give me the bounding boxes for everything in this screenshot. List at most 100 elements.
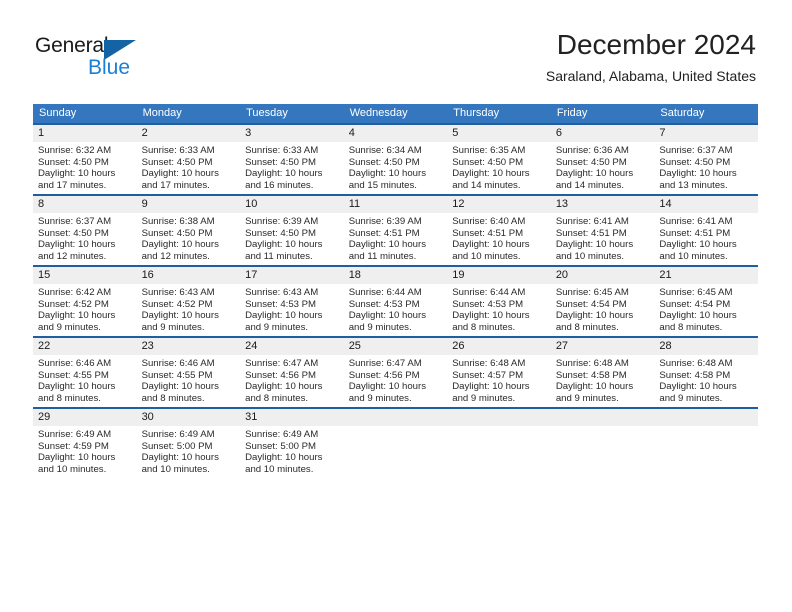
daylight-text-line1: Daylight: 10 hours <box>141 168 219 180</box>
sunrise-text: Sunrise: 6:47 AM <box>245 358 319 369</box>
sunset-text: Sunset: 4:58 PM <box>555 369 627 381</box>
day-cell[interactable]: 21 Sunrise: 6:45 AM Sunset: 4:54 PM Dayl… <box>654 265 758 337</box>
day-cell[interactable]: 12 Sunrise: 6:40 AM Sunset: 4:51 PM Dayl… <box>447 194 551 266</box>
day-cell[interactable]: 6 Sunrise: 6:36 AM Sunset: 4:50 PM Dayli… <box>550 123 655 195</box>
day-number: 11 <box>343 196 448 213</box>
day-cell[interactable]: 14 Sunrise: 6:41 AM Sunset: 4:51 PM Dayl… <box>654 194 758 266</box>
day-cell[interactable]: 27 Sunrise: 6:48 AM Sunset: 4:58 PM Dayl… <box>550 336 655 408</box>
day-cell[interactable]: 29 Sunrise: 6:49 AM Sunset: 4:59 PM Dayl… <box>33 407 137 479</box>
sunset-text: Sunset: 4:59 PM <box>38 440 109 452</box>
day-cell[interactable]: 1 Sunrise: 6:32 AM Sunset: 4:50 PM Dayli… <box>33 123 137 195</box>
day-info: Sunrise: 6:49 AM Sunset: 5:00 PM Dayligh… <box>240 426 344 475</box>
day-info: Sunrise: 6:41 AM Sunset: 4:51 PM Dayligh… <box>654 213 758 262</box>
day-cell[interactable]: 31 Sunrise: 6:49 AM Sunset: 5:00 PM Dayl… <box>240 407 344 479</box>
daylight-text-line2: and 8 minutes. <box>38 392 101 404</box>
day-number: 15 <box>33 267 137 284</box>
daylight-text-line1: Daylight: 10 hours <box>38 168 116 180</box>
day-cell[interactable]: 25 Sunrise: 6:47 AM Sunset: 4:56 PM Dayl… <box>343 336 448 408</box>
day-cell[interactable]: 8 Sunrise: 6:37 AM Sunset: 4:50 PM Dayli… <box>33 194 137 266</box>
daylight-text-line1: Daylight: 10 hours <box>452 310 530 322</box>
day-number: 6 <box>550 125 655 142</box>
page-subtitle: Saraland, Alabama, United States <box>545 68 756 84</box>
day-info: Sunrise: 6:34 AM Sunset: 4:50 PM Dayligh… <box>344 142 448 191</box>
day-cell[interactable]: 22 Sunrise: 6:46 AM Sunset: 4:55 PM Dayl… <box>33 336 137 408</box>
weekday-header-sunday: Sunday <box>33 104 137 124</box>
day-number: 17 <box>240 267 344 284</box>
sunrise-text: Sunrise: 6:43 AM <box>141 287 215 298</box>
day-cell-empty <box>447 407 551 479</box>
day-cell[interactable]: 26 Sunrise: 6:48 AM Sunset: 4:57 PM Dayl… <box>447 336 551 408</box>
sunset-text: Sunset: 4:50 PM <box>348 156 420 168</box>
day-cell[interactable]: 9 Sunrise: 6:38 AM Sunset: 4:50 PM Dayli… <box>136 194 241 266</box>
logo-text-general: General <box>35 34 109 57</box>
sunrise-text: Sunrise: 6:44 AM <box>348 287 422 298</box>
sunrise-text: Sunrise: 6:43 AM <box>245 287 319 298</box>
day-cell[interactable]: 7 Sunrise: 6:37 AM Sunset: 4:50 PM Dayli… <box>654 123 758 195</box>
sunset-text: Sunset: 4:50 PM <box>245 227 317 239</box>
daylight-text-line2: and 14 minutes. <box>555 179 625 191</box>
day-info: Sunrise: 6:37 AM Sunset: 4:50 PM Dayligh… <box>654 142 758 191</box>
day-cell[interactable]: 4 Sunrise: 6:34 AM Sunset: 4:50 PM Dayli… <box>343 123 448 195</box>
daylight-text-line2: and 8 minutes. <box>659 321 723 333</box>
general-blue-logo[interactable]: General Blue <box>35 34 155 84</box>
day-info <box>551 426 655 429</box>
daylight-text-line1: Daylight: 10 hours <box>38 381 116 393</box>
day-cell[interactable]: 24 Sunrise: 6:47 AM Sunset: 4:56 PM Dayl… <box>240 336 344 408</box>
day-cell-empty <box>343 407 448 479</box>
sunrise-text: Sunrise: 6:44 AM <box>452 287 526 298</box>
day-cell[interactable]: 2 Sunrise: 6:33 AM Sunset: 4:50 PM Dayli… <box>136 123 241 195</box>
sunset-text: Sunset: 4:57 PM <box>452 369 524 381</box>
day-number: 3 <box>240 125 344 142</box>
sunrise-text: Sunrise: 6:41 AM <box>555 216 629 227</box>
sunrise-text: Sunrise: 6:46 AM <box>141 358 215 369</box>
day-cell[interactable]: 17 Sunrise: 6:43 AM Sunset: 4:53 PM Dayl… <box>240 265 344 337</box>
day-number: 12 <box>447 196 551 213</box>
day-cell[interactable]: 5 Sunrise: 6:35 AM Sunset: 4:50 PM Dayli… <box>447 123 551 195</box>
sunrise-text: Sunrise: 6:39 AM <box>348 216 422 227</box>
day-cell[interactable]: 18 Sunrise: 6:44 AM Sunset: 4:53 PM Dayl… <box>343 265 448 337</box>
day-info <box>654 426 758 429</box>
day-number: 2 <box>136 125 241 142</box>
day-cell[interactable]: 20 Sunrise: 6:45 AM Sunset: 4:54 PM Dayl… <box>550 265 655 337</box>
daylight-text-line1: Daylight: 10 hours <box>452 381 530 393</box>
daylight-text-line1: Daylight: 10 hours <box>555 310 634 322</box>
day-info: Sunrise: 6:44 AM Sunset: 4:53 PM Dayligh… <box>344 284 448 333</box>
sunset-text: Sunset: 4:55 PM <box>141 369 213 381</box>
daylight-text-line2: and 8 minutes. <box>452 321 516 333</box>
day-cell[interactable]: 30 Sunrise: 6:49 AM Sunset: 5:00 PM Dayl… <box>136 407 241 479</box>
day-cell[interactable]: 23 Sunrise: 6:46 AM Sunset: 4:55 PM Dayl… <box>136 336 241 408</box>
day-cell[interactable]: 3 Sunrise: 6:33 AM Sunset: 4:50 PM Dayli… <box>240 123 344 195</box>
day-number: 1 <box>33 125 137 142</box>
daylight-text-line2: and 10 minutes. <box>38 463 107 475</box>
daylight-text-line1: Daylight: 10 hours <box>555 239 634 251</box>
day-cell[interactable]: 16 Sunrise: 6:43 AM Sunset: 4:52 PM Dayl… <box>136 265 241 337</box>
sunrise-text: Sunrise: 6:48 AM <box>452 358 526 369</box>
sunrise-text: Sunrise: 6:47 AM <box>348 358 422 369</box>
daylight-text-line2: and 10 minutes. <box>659 250 728 262</box>
sunset-text: Sunset: 4:51 PM <box>555 227 627 239</box>
daylight-text-line1: Daylight: 10 hours <box>659 168 737 180</box>
day-cell[interactable]: 10 Sunrise: 6:39 AM Sunset: 4:50 PM Dayl… <box>240 194 344 266</box>
sunset-text: Sunset: 4:50 PM <box>659 156 731 168</box>
day-info: Sunrise: 6:46 AM Sunset: 4:55 PM Dayligh… <box>33 355 137 404</box>
day-number <box>654 409 758 426</box>
day-info: Sunrise: 6:41 AM Sunset: 4:51 PM Dayligh… <box>551 213 655 262</box>
daylight-text-line2: and 9 minutes. <box>348 321 412 333</box>
day-cell[interactable]: 28 Sunrise: 6:48 AM Sunset: 4:58 PM Dayl… <box>654 336 758 408</box>
sunrise-text: Sunrise: 6:45 AM <box>555 287 629 298</box>
day-info: Sunrise: 6:33 AM Sunset: 4:50 PM Dayligh… <box>137 142 241 191</box>
day-cell[interactable]: 11 Sunrise: 6:39 AM Sunset: 4:51 PM Dayl… <box>343 194 448 266</box>
daylight-text-line2: and 12 minutes. <box>38 250 107 262</box>
daylight-text-line1: Daylight: 10 hours <box>555 168 634 180</box>
weekday-header-friday: Friday <box>550 104 655 124</box>
sunrise-text: Sunrise: 6:46 AM <box>38 358 112 369</box>
day-cell[interactable]: 13 Sunrise: 6:41 AM Sunset: 4:51 PM Dayl… <box>550 194 655 266</box>
day-number: 22 <box>33 338 137 355</box>
daylight-text-line1: Daylight: 10 hours <box>38 239 116 251</box>
day-cell[interactable]: 15 Sunrise: 6:42 AM Sunset: 4:52 PM Dayl… <box>33 265 137 337</box>
day-info: Sunrise: 6:44 AM Sunset: 4:53 PM Dayligh… <box>447 284 551 333</box>
weekday-header-thursday: Thursday <box>447 104 551 124</box>
day-info: Sunrise: 6:36 AM Sunset: 4:50 PM Dayligh… <box>551 142 655 191</box>
day-info: Sunrise: 6:48 AM Sunset: 4:57 PM Dayligh… <box>447 355 551 404</box>
day-cell[interactable]: 19 Sunrise: 6:44 AM Sunset: 4:53 PM Dayl… <box>447 265 551 337</box>
